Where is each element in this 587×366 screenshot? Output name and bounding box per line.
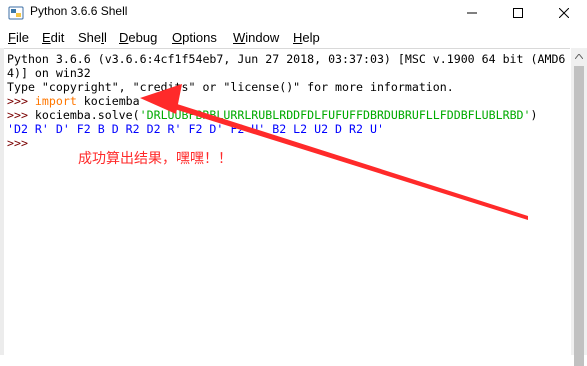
module-name: kociemba (76, 94, 140, 108)
maximize-icon (513, 8, 523, 18)
menu-edit[interactable]: Edit (42, 30, 64, 45)
close-icon (559, 8, 569, 18)
banner-line-3: Type "copyright", "credits" or "license(… (7, 80, 454, 94)
input-line-solve[interactable]: >>> kociemba.solve('DRLUUBFBRBLURRLRUBLR… (7, 108, 538, 122)
maximize-button[interactable] (495, 0, 541, 26)
window-title: Python 3.6.6 Shell (30, 4, 128, 18)
menu-bar: File Edit Shell Debug Options Window Hel… (0, 28, 587, 48)
menu-shell[interactable]: Shell (78, 30, 107, 45)
keyword-import: import (34, 94, 77, 108)
scroll-up-button[interactable] (571, 48, 587, 64)
vertical-scrollbar[interactable] (571, 48, 587, 366)
close-button[interactable] (541, 0, 587, 26)
cube-state-string: 'DRLUUBFBRBLURRLRUBLRDDFDLFUFUFFDBRDUBRU… (139, 108, 531, 122)
chevron-up-icon (575, 53, 583, 59)
menu-window[interactable]: Window (233, 30, 279, 45)
minimize-icon (467, 12, 477, 14)
current-prompt[interactable]: >>> (7, 136, 28, 150)
scrollbar-thumb[interactable] (574, 66, 584, 366)
python-idle-icon (8, 6, 24, 20)
menu-debug[interactable]: Debug (119, 30, 157, 45)
shell-prompt: >>> (7, 108, 35, 122)
shell-prompt: >>> (7, 94, 35, 108)
solve-output: 'D2 R' D' F2 B D R2 D2 R' F2 D' F2 U' B2… (7, 122, 384, 136)
banner-line-2: 4)] on win32 (7, 66, 91, 80)
menu-file[interactable]: File (8, 30, 29, 45)
banner-line-1: Python 3.6.6 (v3.6.6:4cf1f54eb7, Jun 27 … (7, 52, 566, 66)
function-call: kociemba.solve( (34, 108, 140, 122)
shell-text-area[interactable]: Python 3.6.6 (v3.6.6:4cf1f54eb7, Jun 27 … (4, 48, 570, 356)
call-close-paren: ) (530, 108, 538, 122)
input-line-import[interactable]: >>> import kociemba (7, 94, 140, 108)
annotation-text: 成功算出结果，嘿嘿！！ (78, 151, 232, 167)
minimize-button[interactable] (449, 0, 495, 26)
title-bar[interactable]: Python 3.6.6 Shell (0, 0, 587, 26)
menu-options[interactable]: Options (172, 30, 217, 45)
menu-help[interactable]: Help (293, 30, 320, 45)
